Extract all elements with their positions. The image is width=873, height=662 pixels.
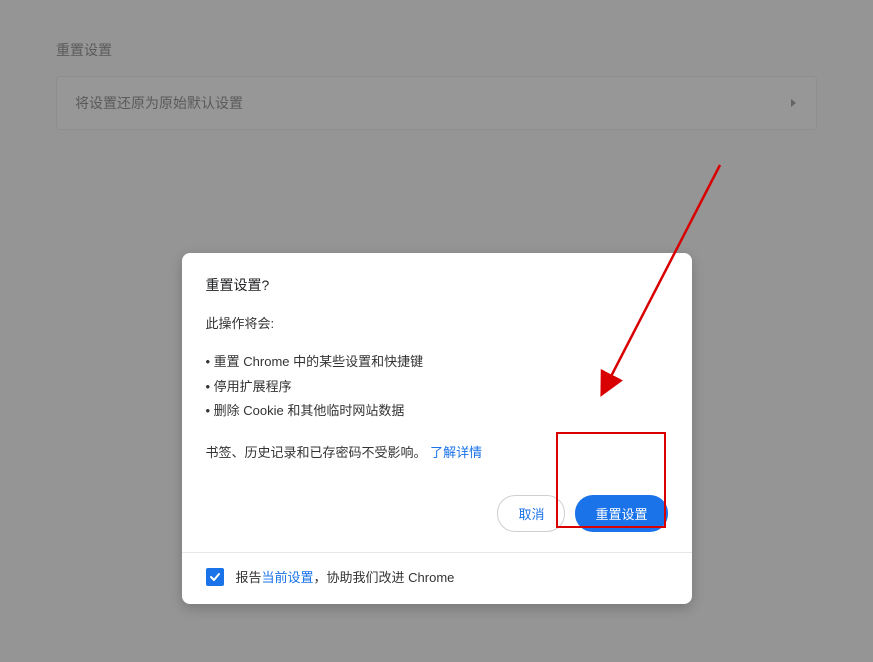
reset-dialog: 重置设置? 此操作将会: 重置 Chrome 中的某些设置和快捷键 停用扩展程序…: [182, 253, 692, 604]
learn-more-link[interactable]: 了解详情: [430, 445, 482, 460]
bullet-item: 删除 Cookie 和其他临时网站数据: [206, 399, 668, 424]
confirm-reset-button[interactable]: 重置设置: [575, 495, 667, 532]
dialog-intro: 此操作将会:: [206, 313, 668, 332]
bullet-list: 重置 Chrome 中的某些设置和快捷键 停用扩展程序 删除 Cookie 和其…: [206, 350, 668, 424]
note-text: 书签、历史记录和已存密码不受影响。: [206, 445, 427, 460]
bullet-item: 停用扩展程序: [206, 375, 668, 400]
checkmark-icon: [209, 571, 221, 583]
footer-suffix: ，协助我们改进 Chrome: [314, 570, 455, 585]
modal-overlay: 重置设置? 此操作将会: 重置 Chrome 中的某些设置和快捷键 停用扩展程序…: [0, 0, 873, 662]
report-settings-checkbox[interactable]: [206, 568, 224, 586]
cancel-button[interactable]: 取消: [497, 495, 565, 532]
footer-prefix: 报告: [236, 570, 262, 585]
bullet-item: 重置 Chrome 中的某些设置和快捷键: [206, 350, 668, 375]
footer-text: 报告当前设置，协助我们改进 Chrome: [236, 567, 455, 586]
dialog-title: 重置设置?: [206, 275, 668, 295]
note-line: 书签、历史记录和已存密码不受影响。 了解详情: [206, 442, 668, 461]
current-settings-link[interactable]: 当前设置: [262, 570, 314, 585]
